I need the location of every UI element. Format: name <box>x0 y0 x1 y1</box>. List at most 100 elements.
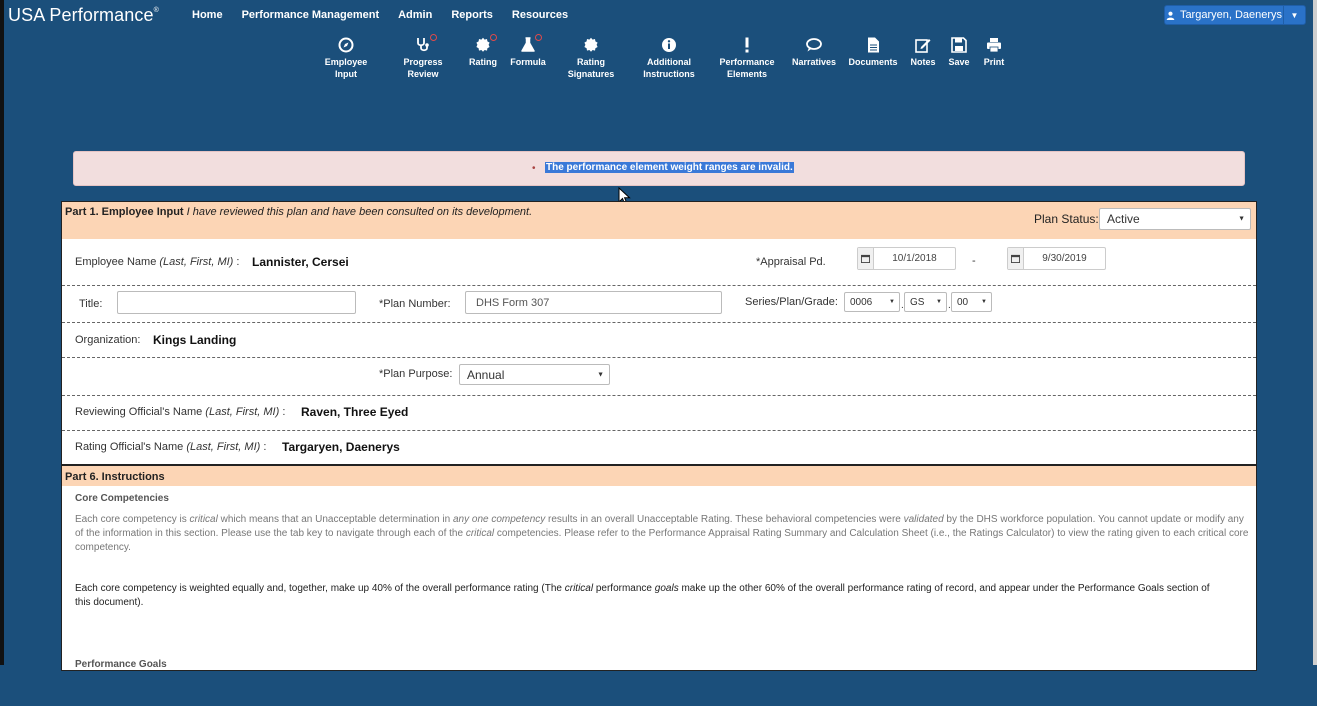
title-input[interactable] <box>117 291 356 314</box>
notes-button[interactable]: Notes <box>908 37 938 68</box>
narratives-button[interactable]: Narratives <box>791 37 837 68</box>
plan-purpose-row: *Plan Purpose: Annual ▼ <box>62 358 1256 396</box>
narratives-label: Narratives <box>791 57 837 67</box>
part6-header: Part 6. Instructions <box>62 464 1256 486</box>
grade-value: 00 <box>957 296 969 308</box>
plan-value: GS <box>910 296 925 308</box>
core-competencies-paragraph: Each core competency is critical which m… <box>75 514 1249 553</box>
alert-badge-icon <box>430 34 437 41</box>
flask-icon <box>520 34 542 53</box>
printer-icon <box>986 37 1002 53</box>
progress-review-label-1: Progress <box>403 57 443 67</box>
title-label: Title: <box>79 298 103 310</box>
calendar-icon[interactable] <box>1008 248 1024 269</box>
core-competencies-heading: Core Competencies <box>75 493 169 504</box>
user-button-main[interactable]: Targaryen, Daenerys <box>1165 9 1283 21</box>
file-icon <box>865 37 881 53</box>
appraisal-start-date[interactable]: 10/1/2018 <box>857 247 956 270</box>
progress-review-button[interactable]: Progress Review <box>401 34 445 80</box>
alert-badge-icon <box>535 34 542 41</box>
print-label: Print <box>983 57 1005 67</box>
save-button[interactable]: Save <box>946 37 972 68</box>
plan-purpose-label: *Plan Purpose: <box>379 368 453 380</box>
vertical-scrollbar[interactable] <box>1313 0 1317 665</box>
part6-body: Core Competencies Each core competency i… <box>62 486 1256 706</box>
reviewing-official-label: Reviewing Official's Name (Last, First, … <box>75 406 286 418</box>
plan-number-input[interactable]: DHS Form 307 <box>465 291 722 314</box>
performance-elements-button[interactable]: Performance Elements <box>718 37 776 80</box>
organization-row: Organization: Kings Landing <box>62 323 1256 358</box>
rating-official-value: Targaryen, Daenerys <box>282 440 400 454</box>
alert-message[interactable]: The performance element weight ranges ar… <box>545 162 794 173</box>
additional-instructions-button[interactable]: Additional Instructions <box>641 37 697 80</box>
documents-label: Documents <box>848 57 898 67</box>
user-icon <box>1166 11 1175 20</box>
employee-name-row: Employee Name (Last, First, MI) : Lannis… <box>62 239 1256 286</box>
performance-elements-label-1: Performance <box>719 57 775 67</box>
nav-menu: Home Performance Management Admin Report… <box>192 9 587 21</box>
chevron-down-icon: ▼ <box>981 299 987 305</box>
plan-purpose-select[interactable]: Annual ▼ <box>459 364 610 385</box>
employee-input-button[interactable]: Employee Input <box>313 37 379 80</box>
appraisal-period-label: *Appraisal Pd. <box>756 256 826 268</box>
additional-instructions-label-2: Instructions <box>643 69 695 79</box>
appraisal-start-value: 10/1/2018 <box>892 253 937 264</box>
employee-input-label: Employee Input <box>324 57 368 79</box>
certificate-icon <box>583 37 599 53</box>
stethoscope-icon <box>415 34 437 53</box>
grade-select[interactable]: 00 ▼ <box>951 292 992 312</box>
plan-select[interactable]: GS ▼ <box>904 292 947 312</box>
rating-signatures-label-1: Rating <box>577 57 605 67</box>
organization-label: Organization: <box>75 334 141 346</box>
performance-elements-label-2: Elements <box>726 69 768 79</box>
organization-value: Kings Landing <box>153 333 237 347</box>
formula-label: Formula <box>510 57 546 67</box>
plan-purpose-value: Annual <box>467 367 505 382</box>
calendar-icon[interactable] <box>858 248 874 269</box>
nav-resources[interactable]: Resources <box>512 9 568 21</box>
additional-instructions-label-1: Additional <box>647 57 691 67</box>
rating-official-label: Rating Official's Name (Last, First, MI)… <box>75 441 267 453</box>
rating-signatures-button[interactable]: Rating Signatures <box>566 37 616 80</box>
part1-title: Part 1. Employee Input I have reviewed t… <box>65 206 533 218</box>
chevron-down-icon: ▼ <box>936 299 942 305</box>
alert-bullet: • <box>532 163 536 174</box>
series-plan-grade-label: Series/Plan/Grade: <box>745 296 838 308</box>
weighting-paragraph: Each core competency is weighted equally… <box>75 583 1210 608</box>
employee-name-value: Lannister, Cersei <box>252 255 349 269</box>
chevron-down-icon: ▼ <box>597 371 604 378</box>
appraisal-end-value: 9/30/2019 <box>1042 253 1087 264</box>
nav-reports[interactable]: Reports <box>451 9 493 21</box>
nav-admin[interactable]: Admin <box>398 9 432 21</box>
comments-icon <box>806 37 822 53</box>
info-icon <box>661 37 677 53</box>
chevron-down-icon: ▼ <box>889 299 895 305</box>
rating-signatures-label-2: Signatures <box>567 69 615 79</box>
plan-status-select[interactable]: Active ▼ <box>1099 208 1251 230</box>
series-select[interactable]: 0006 ▼ <box>844 292 900 312</box>
brand-logo[interactable]: USA Performance® <box>8 5 159 26</box>
rating-button[interactable]: Rating <box>467 34 499 68</box>
reviewing-official-value: Raven, Three Eyed <box>301 405 409 419</box>
rating-official-row: Rating Official's Name (Last, First, MI)… <box>62 431 1256 464</box>
nav-home[interactable]: Home <box>192 9 223 21</box>
chevron-down-icon[interactable]: ▼ <box>1283 6 1305 24</box>
appraisal-end-date[interactable]: 9/30/2019 <box>1007 247 1106 270</box>
progress-review-label-2: Review <box>407 69 439 79</box>
top-navbar: USA Performance® Home Performance Manage… <box>4 0 1313 29</box>
series-value: 0006 <box>850 296 873 308</box>
edit-icon <box>915 37 931 53</box>
user-menu-button[interactable]: Targaryen, Daenerys ▼ <box>1164 5 1306 25</box>
window-left-edge <box>0 0 4 665</box>
print-button[interactable]: Print <box>981 37 1007 68</box>
floppy-disk-icon <box>951 37 967 53</box>
rating-label: Rating <box>469 57 497 67</box>
nav-performance-management[interactable]: Performance Management <box>242 9 380 21</box>
notes-label: Notes <box>910 57 936 67</box>
title-plan-row: Title: *Plan Number: DHS Form 307 Series… <box>62 286 1256 323</box>
formula-button[interactable]: Formula <box>509 34 547 68</box>
part6-title: Part 6. Instructions <box>65 471 165 483</box>
exclamation-icon <box>739 37 755 53</box>
documents-button[interactable]: Documents <box>847 37 899 68</box>
employee-name-label: Employee Name (Last, First, MI) : <box>75 256 240 268</box>
